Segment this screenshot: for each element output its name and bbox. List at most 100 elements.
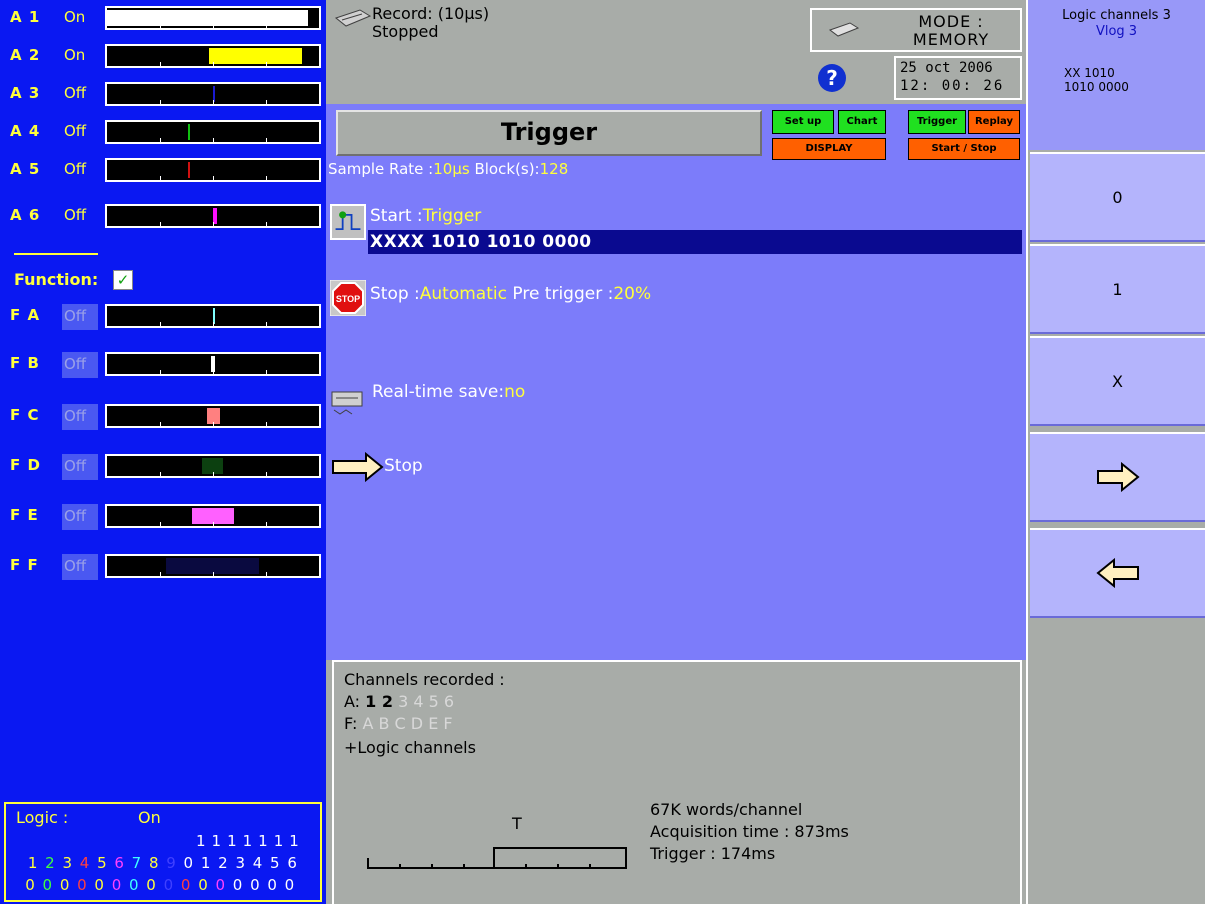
logic-channel-number: 0 <box>183 854 194 872</box>
bar-tick <box>266 572 267 576</box>
function-channel-level-bar <box>105 454 321 478</box>
analog-channel-level-fill <box>188 124 190 140</box>
mode-label: MODE : <box>918 12 984 31</box>
function-channel-state[interactable]: Off <box>62 454 98 480</box>
analog-channel-state[interactable]: Off <box>64 84 86 102</box>
page-title-box: Trigger <box>336 110 762 156</box>
tab-chart[interactable]: Chart <box>838 110 886 134</box>
bar-tick <box>160 522 161 526</box>
analog-channel-row[interactable]: A 1 On <box>0 4 326 34</box>
function-channel-row[interactable]: F E Off <box>0 502 326 532</box>
tab-trigger[interactable]: Trigger <box>908 110 966 134</box>
softkey-left[interactable] <box>1030 528 1205 618</box>
softkey-x[interactable]: X <box>1030 336 1205 426</box>
logic-channel-value: 0 <box>215 876 226 894</box>
bar-tick <box>213 472 214 476</box>
analog-channel-label: A 5 <box>10 160 41 178</box>
analog-channel-row[interactable]: A 3 Off <box>0 80 326 110</box>
function-channel-row[interactable]: F B Off <box>0 350 326 380</box>
softkey-1[interactable]: 1 <box>1030 244 1205 334</box>
arrow-right-icon[interactable] <box>332 452 384 482</box>
analog-channel-level-bar <box>105 82 321 106</box>
analog-channel-row[interactable]: A 2 On <box>0 42 326 72</box>
page-title: Trigger <box>500 118 598 146</box>
display-button[interactable]: DISPLAY <box>772 138 886 160</box>
function-channel-level-bar <box>105 304 321 328</box>
logic-channel-value: 0 <box>198 876 208 894</box>
logic-channel-number: 4 <box>79 854 90 872</box>
softkey-0-label: 0 <box>1112 188 1123 207</box>
function-checkbox[interactable]: ✓ <box>113 270 133 290</box>
function-channel-row[interactable]: F C Off <box>0 402 326 432</box>
analog-channel-state[interactable]: Off <box>64 160 86 178</box>
bar-tick <box>266 222 267 226</box>
bar-tick <box>160 100 161 104</box>
bar-tick <box>160 138 161 142</box>
function-recorded: F: A B C D E F <box>344 714 453 733</box>
logic-channel-numbers: 1234567890123456 <box>24 854 301 872</box>
analog-channel-level-fill <box>107 10 308 26</box>
logic-channel-name: Vlog 3 <box>1095 24 1138 39</box>
function-channel-row[interactable]: F A Off <box>0 302 326 332</box>
mode-button[interactable]: MODE : MEMORY <box>810 8 1022 52</box>
disk-save-icon[interactable] <box>330 384 366 420</box>
analog-channel-state[interactable]: Off <box>64 206 86 224</box>
recorder-icon <box>334 9 372 27</box>
memory-card-icon <box>828 22 860 37</box>
function-channel-label: F C <box>10 406 40 424</box>
logic-channel-number: 5 <box>97 854 107 872</box>
trigger-pattern-field[interactable]: XXXX 1010 1010 0000 <box>368 230 1022 254</box>
trigger-icon[interactable] <box>330 204 366 240</box>
function-channel-label: F F <box>10 556 39 574</box>
stop-row[interactable]: Stop :Automatic Pre trigger :20% <box>370 284 651 304</box>
logic-channel-value: 0 <box>111 876 122 894</box>
logic-summary[interactable]: Logic : On 1111111 1234567890123456 0000… <box>4 802 322 902</box>
bar-tick <box>160 472 161 476</box>
help-icon[interactable]: ? <box>818 64 846 92</box>
function-channel-row[interactable]: F D Off <box>0 452 326 482</box>
analog-active: 1 2 <box>365 692 393 711</box>
start-row[interactable]: Start :Trigger <box>370 206 481 226</box>
blocks-value: 128 <box>539 160 569 178</box>
logic-channel-value: 0 <box>232 876 243 894</box>
stop-sign-icon[interactable]: STOP <box>330 280 366 316</box>
next-action-label[interactable]: Stop <box>384 456 423 476</box>
logic-channel-value: 0 <box>146 876 156 894</box>
function-channel-level-bar <box>105 352 321 376</box>
blocks-label: Block(s): <box>469 160 540 178</box>
realtime-save-row[interactable]: Real-time save:no <box>372 382 525 402</box>
bar-tick <box>160 370 161 374</box>
start-label: Start : <box>370 206 423 226</box>
analog-channel-state[interactable]: On <box>64 46 85 64</box>
date: 25 oct 2006 <box>900 60 993 76</box>
logic-title: Logic : <box>16 808 69 827</box>
bar-tick <box>213 522 214 526</box>
function-channel-level-bar <box>105 554 321 578</box>
function-channel-row[interactable]: F F Off <box>0 552 326 582</box>
analog-channel-state[interactable]: On <box>64 8 85 26</box>
softkey-0[interactable]: 0 <box>1030 152 1205 242</box>
function-channel-state[interactable]: Off <box>62 404 98 430</box>
record-setting: Record: (10µs) <box>372 4 490 23</box>
analog-channel-row[interactable]: A 6 Off <box>0 202 326 232</box>
function-channel-state[interactable]: Off <box>62 304 98 330</box>
function-channel-state[interactable]: Off <box>62 554 98 580</box>
trigger-settings-panel: Trigger Set up Chart Trigger Replay DISP… <box>326 104 1026 660</box>
tab-replay[interactable]: Replay <box>968 110 1020 134</box>
analog-channel-row[interactable]: A 5 Off <box>0 156 326 186</box>
bar-tick <box>266 472 267 476</box>
analog-channel-state[interactable]: Off <box>64 122 86 140</box>
sample-rate-line[interactable]: Sample Rate :10µs Block(s):128 <box>328 160 568 178</box>
logic-channel-value: 0 <box>77 876 87 894</box>
bar-tick <box>160 176 161 180</box>
tab-setup[interactable]: Set up <box>772 110 834 134</box>
logic-channel-value: 0 <box>129 876 139 894</box>
start-stop-button[interactable]: Start / Stop <box>908 138 1020 160</box>
words-per-channel: 67K words/channel <box>650 800 803 819</box>
function-channel-state[interactable]: Off <box>62 352 98 378</box>
bar-tick <box>266 422 267 426</box>
softkey-right[interactable] <box>1030 432 1205 522</box>
analog-channel-row[interactable]: A 4 Off <box>0 118 326 148</box>
function-channel-state[interactable]: Off <box>62 504 98 530</box>
channels-recorded-title: Channels recorded : <box>344 670 505 689</box>
